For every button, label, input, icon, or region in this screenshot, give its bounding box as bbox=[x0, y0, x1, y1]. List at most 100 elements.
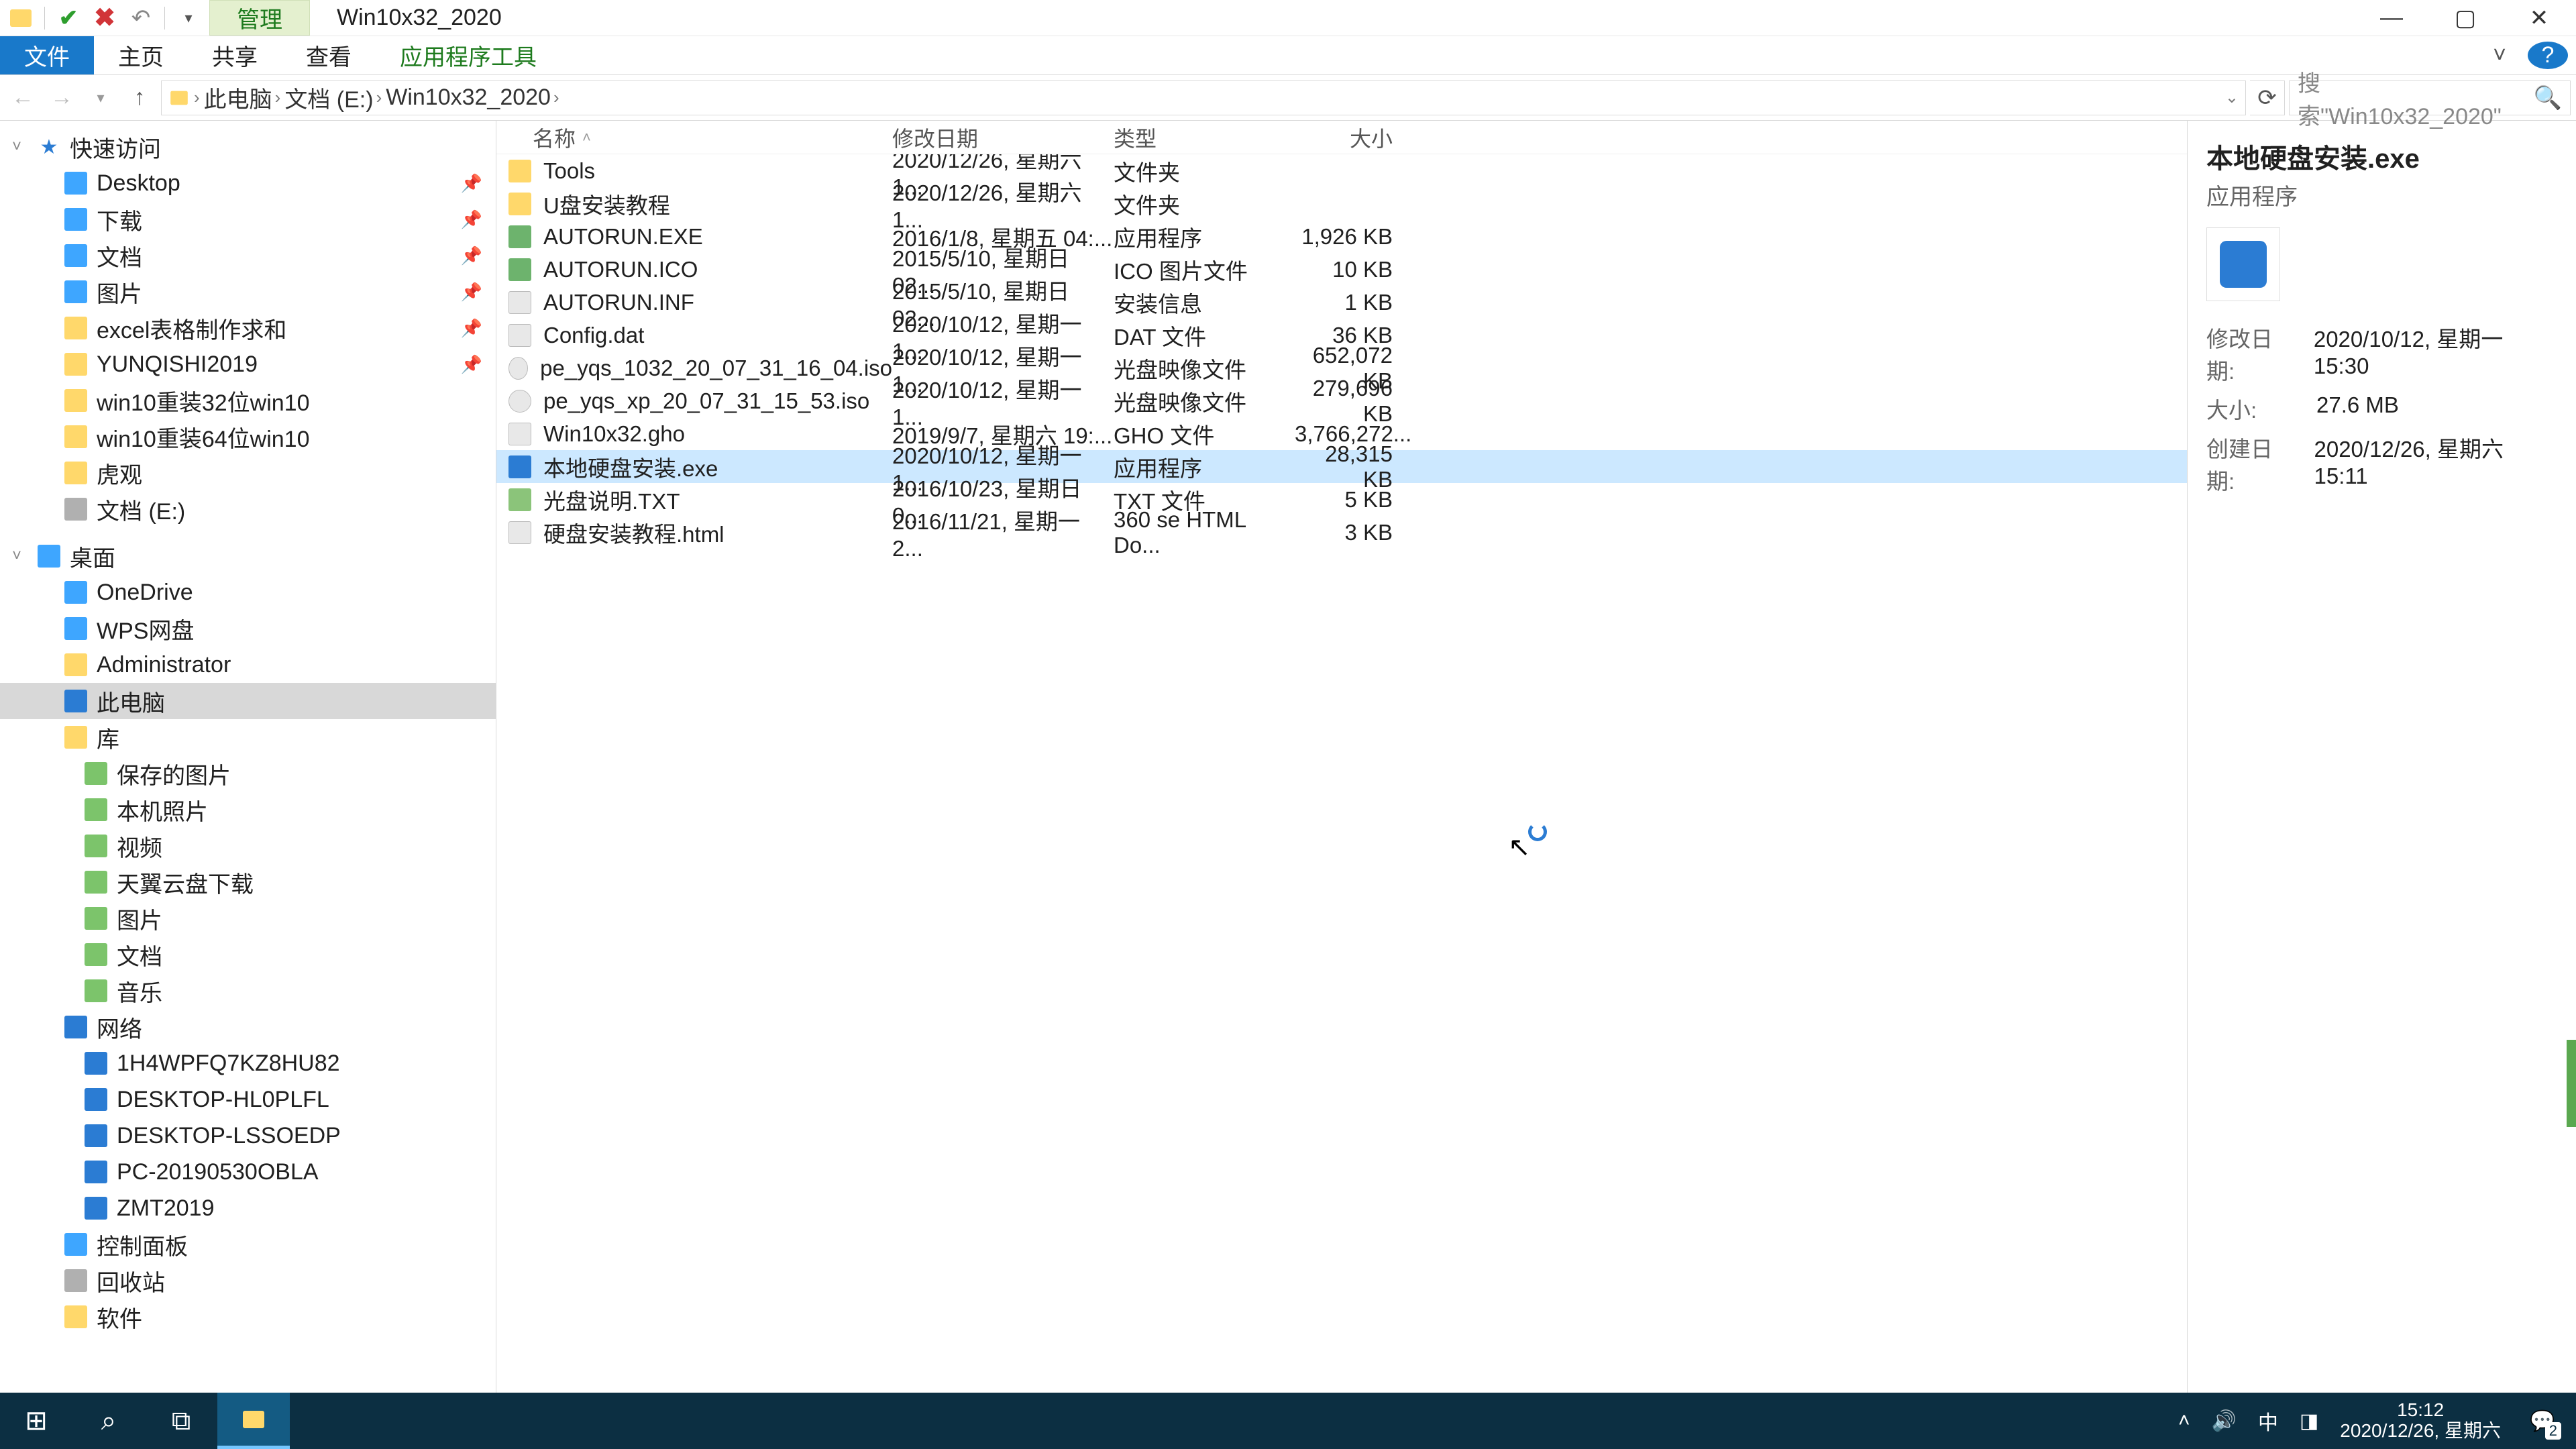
taskbar-explorer[interactable] bbox=[217, 1393, 290, 1449]
recent-dropdown[interactable]: ▾ bbox=[83, 80, 118, 115]
navbar: ← → ▾ ↑ › 此电脑› 文档 (E:)› Win10x32_2020› ⌄… bbox=[0, 75, 2576, 121]
tray-app-icon[interactable]: ◨ bbox=[2300, 1409, 2318, 1433]
tree-item[interactable]: Administrator bbox=[0, 647, 496, 683]
check-icon[interactable]: ✔ bbox=[56, 5, 81, 31]
search-input[interactable]: 搜索"Win10x32_2020" 🔍 bbox=[2289, 80, 2571, 115]
tree-network[interactable]: 网络 bbox=[0, 1009, 496, 1045]
tree-item[interactable]: 此电脑 bbox=[0, 683, 496, 719]
tree-item[interactable]: DESKTOP-LSSOEDP bbox=[0, 1118, 496, 1154]
breadcrumb[interactable]: 文档 (E:)› bbox=[284, 81, 382, 114]
qat-dropdown-icon[interactable]: ▾ bbox=[176, 5, 201, 31]
tree-item[interactable]: 视频 bbox=[0, 828, 496, 864]
tree-item-icon bbox=[64, 425, 87, 448]
tree-item[interactable]: ZMT2019 bbox=[0, 1190, 496, 1226]
taskbar-clock[interactable]: 15:12 2020/12/26, 星期六 bbox=[2340, 1400, 2501, 1442]
column-type[interactable]: 类型 bbox=[1114, 122, 1295, 153]
file-size: 1 KB bbox=[1295, 290, 1409, 315]
up-button[interactable]: ↑ bbox=[122, 80, 157, 115]
file-row[interactable]: 光盘说明.TXT2016/10/23, 星期日 0...TXT 文件5 KB bbox=[496, 483, 2187, 516]
tab-share[interactable]: 共享 bbox=[188, 36, 282, 74]
tree-item-icon bbox=[64, 208, 87, 231]
address-bar[interactable]: › 此电脑› 文档 (E:)› Win10x32_2020› ⌄ bbox=[161, 80, 2246, 115]
tree-item[interactable]: 1H4WPFQ7KZ8HU82 bbox=[0, 1045, 496, 1081]
ime-indicator[interactable]: 中 bbox=[2258, 1406, 2278, 1436]
tab-file[interactable]: 文件 bbox=[0, 36, 94, 74]
tree-item[interactable]: 图片 bbox=[0, 900, 496, 936]
minimize-button[interactable]: — bbox=[2355, 0, 2428, 36]
refresh-button[interactable]: ⟳ bbox=[2250, 80, 2285, 115]
file-name: pe_yqs_1032_20_07_31_16_04.iso bbox=[540, 356, 892, 381]
x-icon[interactable]: ✖ bbox=[92, 5, 117, 31]
tree-item-label: 回收站 bbox=[97, 1265, 165, 1297]
edge-tab[interactable] bbox=[2567, 1040, 2576, 1127]
file-size: 279,696 KB bbox=[1295, 376, 1409, 427]
tree-item[interactable]: 音乐 bbox=[0, 973, 496, 1009]
tree-item-icon bbox=[64, 353, 87, 376]
tree-item[interactable]: win10重装64位win10 bbox=[0, 419, 496, 455]
tree-item-label: 保存的图片 bbox=[117, 757, 231, 790]
tree-item[interactable]: 本机照片 bbox=[0, 792, 496, 828]
nav-tree[interactable]: ˅ ★ 快速访问 Desktop📌下载📌文档📌图片📌excel表格制作求和📌YU… bbox=[0, 121, 496, 1417]
tree-item[interactable]: 库 bbox=[0, 719, 496, 755]
file-row[interactable]: 本地硬盘安装.exe2020/10/12, 星期一 1...应用程序28,315… bbox=[496, 450, 2187, 483]
file-name: 本地硬盘安装.exe bbox=[543, 451, 718, 483]
tree-item[interactable]: 文档 bbox=[0, 936, 496, 973]
tree-item[interactable]: 回收站 bbox=[0, 1263, 496, 1299]
tree-quick-access[interactable]: ˅ ★ 快速访问 bbox=[0, 129, 496, 165]
tree-item-icon bbox=[85, 835, 107, 857]
address-dropdown-icon[interactable]: ⌄ bbox=[2225, 88, 2239, 107]
forward-button[interactable]: → bbox=[44, 80, 79, 115]
column-size[interactable]: 大小 bbox=[1295, 122, 1409, 153]
close-button[interactable]: ✕ bbox=[2502, 0, 2576, 36]
file-row[interactable]: AUTORUN.EXE2016/1/8, 星期五 04:...应用程序1,926… bbox=[496, 220, 2187, 253]
file-row[interactable]: pe_yqs_xp_20_07_31_15_53.iso2020/10/12, … bbox=[496, 384, 2187, 417]
tree-item[interactable]: WPS网盘 bbox=[0, 610, 496, 647]
file-row[interactable]: Tools2020/12/26, 星期六 1...文件夹 bbox=[496, 154, 2187, 187]
tree-item[interactable]: 文档 (E:) bbox=[0, 491, 496, 527]
undo-icon[interactable]: ↶ bbox=[128, 5, 154, 31]
tray-overflow-icon[interactable]: ˄ bbox=[2178, 1409, 2190, 1432]
maximize-button[interactable]: ▢ bbox=[2428, 0, 2502, 36]
tree-item[interactable]: 虎观 bbox=[0, 455, 496, 491]
tab-app-tools[interactable]: 应用程序工具 bbox=[376, 36, 561, 74]
tree-item[interactable]: OneDrive bbox=[0, 574, 496, 610]
tree-item[interactable]: 保存的图片 bbox=[0, 755, 496, 792]
taskbar: ⊞ ⌕ ⧉ ˄ 🔊 中 ◨ 15:12 2020/12/26, 星期六 💬2 bbox=[0, 1393, 2576, 1449]
tree-item[interactable]: 下载📌 bbox=[0, 201, 496, 237]
tree-item[interactable]: win10重装32位win10 bbox=[0, 382, 496, 419]
taskbar-search-button[interactable]: ⌕ bbox=[72, 1393, 145, 1449]
file-row[interactable]: AUTORUN.ICO2015/5/10, 星期日 02...ICO 图片文件1… bbox=[496, 253, 2187, 286]
tree-item[interactable]: DESKTOP-HL0PLFL bbox=[0, 1081, 496, 1118]
file-row[interactable]: 硬盘安装教程.html2016/11/21, 星期一 2...360 se HT… bbox=[496, 516, 2187, 549]
ribbon: 文件 主页 共享 查看 应用程序工具 ˅ ? bbox=[0, 36, 2576, 75]
breadcrumb[interactable]: Win10x32_2020› bbox=[386, 85, 559, 111]
tree-item[interactable]: 控制面板 bbox=[0, 1226, 496, 1263]
tree-item[interactable]: excel表格制作求和📌 bbox=[0, 310, 496, 346]
help-button[interactable]: ? bbox=[2528, 42, 2568, 69]
tree-item[interactable]: Desktop📌 bbox=[0, 165, 496, 201]
back-button[interactable]: ← bbox=[5, 80, 40, 115]
tree-item-icon bbox=[64, 244, 87, 267]
tree-item[interactable]: 软件 bbox=[0, 1299, 496, 1335]
column-date[interactable]: 修改日期 bbox=[892, 122, 1114, 153]
volume-icon[interactable]: 🔊 bbox=[2212, 1409, 2237, 1433]
sort-indicator-icon: ˄ bbox=[582, 129, 591, 146]
tab-home[interactable]: 主页 bbox=[94, 36, 188, 74]
tree-item[interactable]: PC-20190530OBLA bbox=[0, 1154, 496, 1190]
action-center-button[interactable]: 💬2 bbox=[2522, 1401, 2563, 1441]
tree-desktop[interactable]: ˅ 桌面 bbox=[0, 538, 496, 574]
file-name: Win10x32.gho bbox=[543, 421, 685, 447]
file-row[interactable]: U盘安装教程2020/12/26, 星期六 1...文件夹 bbox=[496, 187, 2187, 220]
breadcrumb[interactable]: 此电脑› bbox=[204, 81, 281, 114]
start-button[interactable]: ⊞ bbox=[0, 1393, 72, 1449]
tab-view[interactable]: 查看 bbox=[282, 36, 376, 74]
tree-item[interactable]: 天翼云盘下载 bbox=[0, 864, 496, 900]
tree-item-icon bbox=[64, 172, 87, 195]
column-name[interactable]: 名称˄ bbox=[496, 122, 892, 153]
tree-item-label: 图片 bbox=[117, 902, 162, 935]
tree-item[interactable]: 图片📌 bbox=[0, 274, 496, 310]
task-view-button[interactable]: ⧉ bbox=[145, 1393, 217, 1449]
tree-item[interactable]: 文档📌 bbox=[0, 237, 496, 274]
file-row[interactable]: AUTORUN.INF2015/5/10, 星期日 02...安装信息1 KB bbox=[496, 286, 2187, 319]
tree-item[interactable]: YUNQISHI2019📌 bbox=[0, 346, 496, 382]
